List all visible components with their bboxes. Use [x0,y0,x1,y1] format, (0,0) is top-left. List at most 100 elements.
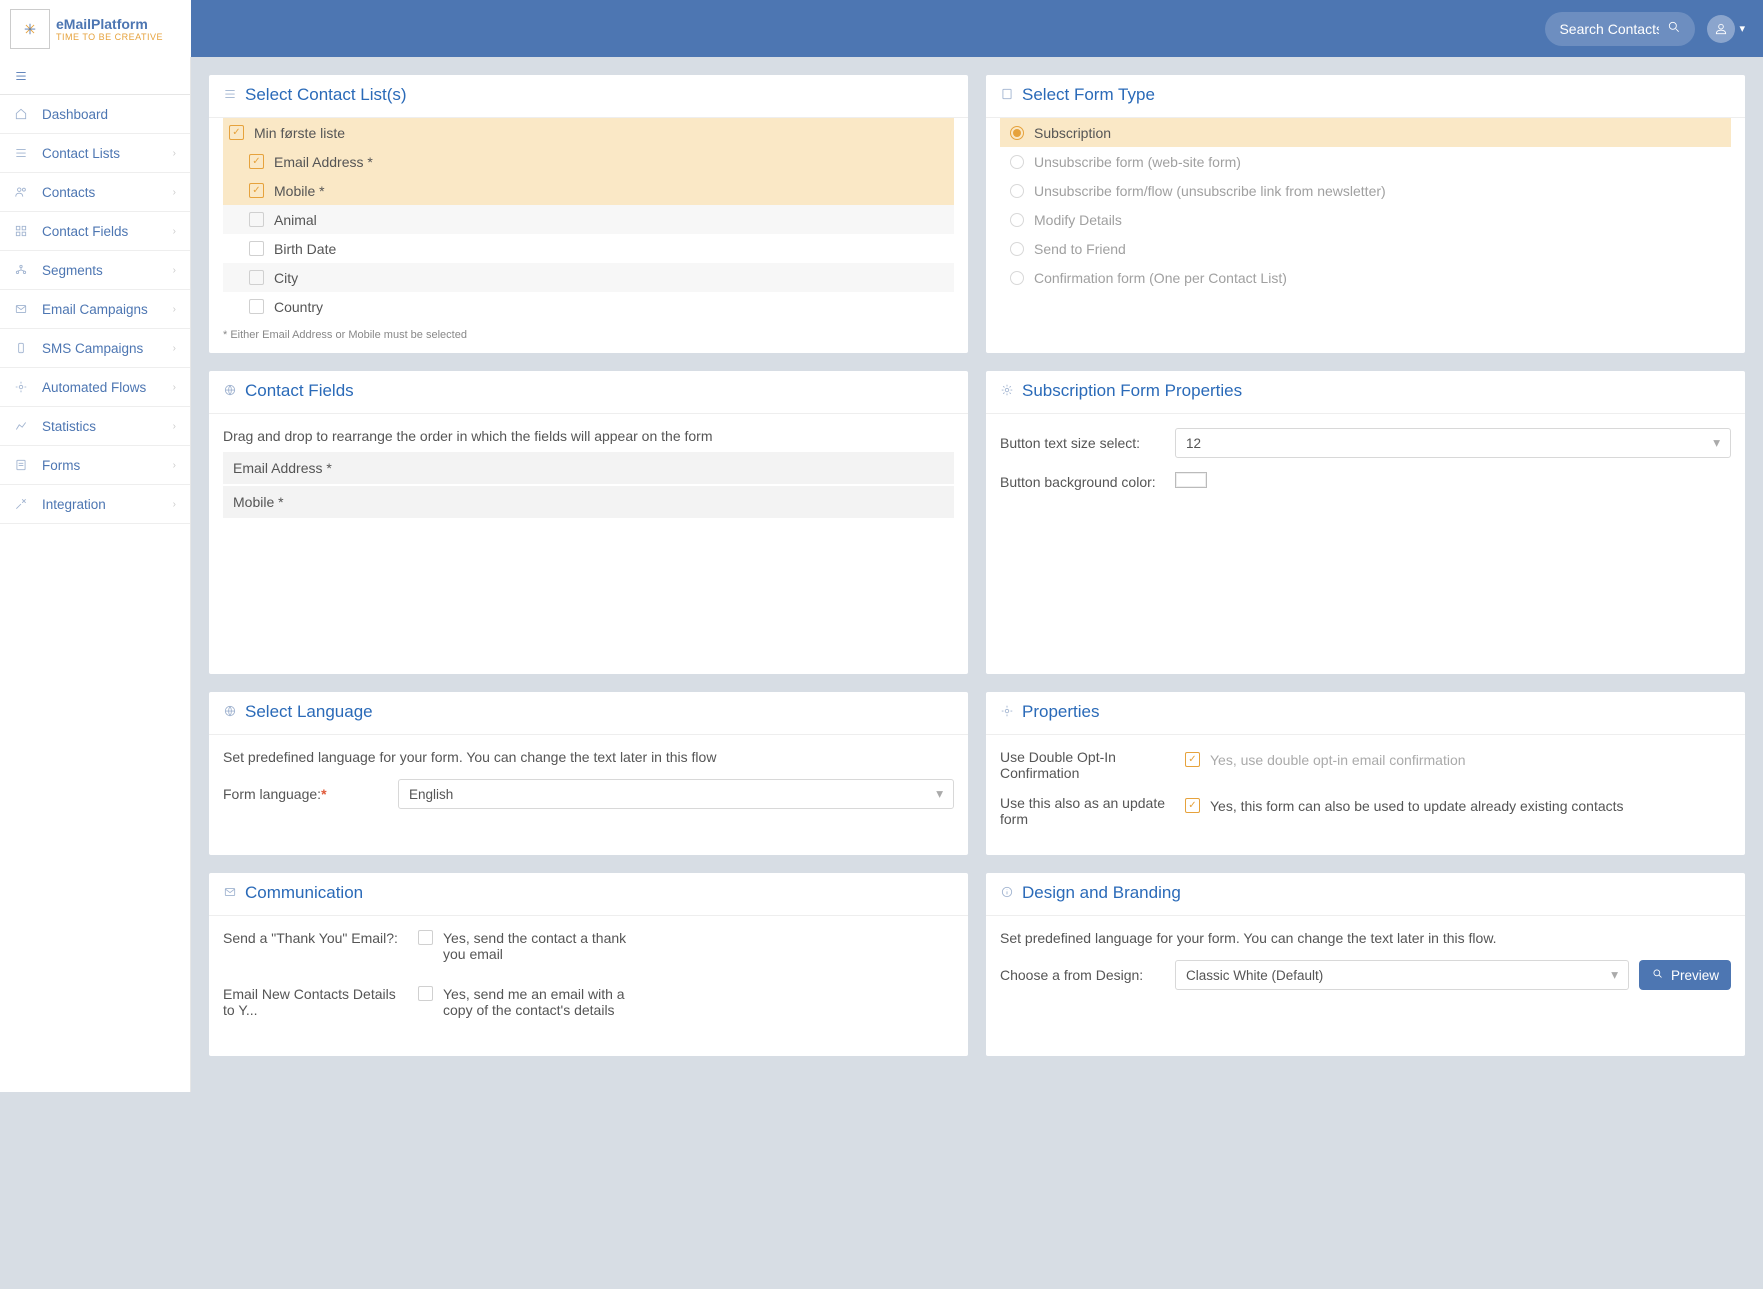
chevron-right-icon: › [173,499,176,510]
nav-icon [14,497,32,511]
nav-item-contacts[interactable]: Contacts› [0,173,190,212]
checkbox[interactable]: ✓ [249,154,264,169]
nav-item-segments[interactable]: Segments › [0,251,190,290]
nav-item-integration[interactable]: Integration› [0,485,190,524]
nav-item-automated-flows[interactable]: Automated Flows› [0,368,190,407]
drag-field[interactable]: Mobile * [223,486,954,518]
nav-icon [14,458,32,472]
design-label: Choose a from Design: [1000,967,1165,983]
nav-item-contact-lists[interactable]: Contact Lists› [0,134,190,173]
nav-item-email-campaigns[interactable]: Email Campaigns › [0,290,190,329]
drag-field[interactable]: Email Address * [223,452,954,484]
contact-list-item[interactable]: City [223,263,954,292]
radio[interactable] [1010,271,1024,285]
nav-item-contact-fields[interactable]: Contact Fields› [0,212,190,251]
panel-title: Design and Branding [1022,883,1181,903]
avatar[interactable] [1707,15,1735,43]
size-select[interactable]: 12 ▾ [1175,428,1731,458]
radio[interactable] [1010,184,1024,198]
chevron-down-icon: ▾ [936,786,943,802]
item-label: Unsubscribe form/flow (unsubscribe link … [1034,183,1386,199]
checkbox[interactable] [249,270,264,285]
topbar: eMailPlatform TIME TO BE CREATIVE ▾ [0,0,1763,57]
checkbox[interactable] [249,299,264,314]
radio[interactable] [1010,126,1024,140]
contact-list-item[interactable]: ✓Email Address * [223,147,954,176]
form-type-item[interactable]: Unsubscribe form/flow (unsubscribe link … [1000,176,1731,205]
nav-item-statistics[interactable]: Statistics› [0,407,190,446]
nav-item-sms-campaigns[interactable]: SMS Campaigns › [0,329,190,368]
form-type-item[interactable]: Modify Details [1000,205,1731,234]
panel-title: Select Contact List(s) [245,85,407,105]
panel-title: Select Language [245,702,373,722]
sidebar: DashboardContact Lists›Contacts›Contact … [0,57,191,1092]
nav-label: Dashboard [42,107,108,122]
color-swatch[interactable] [1175,472,1207,488]
contact-list-item[interactable]: Birth Date [223,234,954,263]
nav-item-forms[interactable]: Forms› [0,446,190,485]
nav-label: Contact Lists [42,146,120,161]
nav-label: Email Campaigns [42,302,148,317]
nav-label: Contacts [42,185,95,200]
item-label: Country [274,299,323,315]
chevron-right-icon: › [173,265,176,276]
chevron-right-icon: › [173,304,176,315]
nav-icon [14,302,32,316]
checkbox[interactable] [418,986,433,1001]
nav-label: Segments [42,263,103,278]
nav-icon [14,146,32,160]
panel-title: Subscription Form Properties [1022,381,1242,401]
checkbox[interactable]: ✓ [1185,798,1200,813]
nav-item-dashboard[interactable]: Dashboard [0,95,190,134]
search-input[interactable] [1559,21,1659,37]
magnify-icon [1651,967,1665,984]
contact-list-item[interactable]: Country [223,292,954,321]
checkbox[interactable] [249,241,264,256]
checkbox[interactable]: ✓ [1185,752,1200,767]
color-label: Button background color: [1000,474,1165,490]
contact-list-item[interactable]: ✓Mobile * [223,176,954,205]
list-icon [223,87,237,104]
logo[interactable]: eMailPlatform TIME TO BE CREATIVE [0,0,191,57]
user-menu-chevron-down-icon[interactable]: ▾ [1739,22,1745,35]
checkbox[interactable] [249,212,264,227]
checkbox[interactable]: ✓ [229,125,244,140]
radio[interactable] [1010,213,1024,227]
form-type-item[interactable]: Confirmation form (One per Contact List) [1000,263,1731,292]
gear-icon [1000,704,1014,721]
item-label: Animal [274,212,317,228]
language-label: Form language:* [223,786,388,802]
nav-label: Automated Flows [42,380,146,395]
item-label: Subscription [1034,125,1111,141]
chevron-down-icon: ▾ [1611,967,1618,983]
radio[interactable] [1010,155,1024,169]
contact-list-item[interactable]: ✓Min første liste [223,118,954,147]
chevron-right-icon: › [173,421,176,432]
design-select[interactable]: Classic White (Default) ▾ [1175,960,1629,990]
nav-label: SMS Campaigns [42,341,143,356]
chevron-right-icon: › [173,460,176,471]
preview-button[interactable]: Preview [1639,960,1731,990]
size-value: 12 [1186,436,1201,451]
nav-label: Contact Fields [42,224,128,239]
panel-language: Select Language Set predefined language … [209,692,968,855]
panel-properties: Properties Use Double Opt-In Confirmatio… [986,692,1745,855]
contact-list-item[interactable]: Animal [223,205,954,234]
prop-key: Use this also as an update form [1000,795,1175,827]
checkbox[interactable] [418,930,433,945]
checkbox[interactable]: ✓ [249,183,264,198]
form-type-item[interactable]: Unsubscribe form (web-site form) [1000,147,1731,176]
sidebar-toggle[interactable] [0,57,190,95]
chevron-right-icon: › [173,343,176,354]
design-value: Classic White (Default) [1186,968,1323,983]
mail-icon [223,885,237,902]
prop-key: Use Double Opt-In Confirmation [1000,749,1175,781]
panel-contact-fields: Contact Fields Drag and drop to rearrang… [209,371,968,674]
contact-fields-hint: Drag and drop to rearrange the order in … [223,428,954,444]
radio[interactable] [1010,242,1024,256]
language-select[interactable]: English ▾ [398,779,954,809]
panel-design: Design and Branding Set predefined langu… [986,873,1745,1056]
form-type-item[interactable]: Subscription [1000,118,1731,147]
search-box[interactable] [1545,12,1695,46]
form-type-item[interactable]: Send to Friend [1000,234,1731,263]
